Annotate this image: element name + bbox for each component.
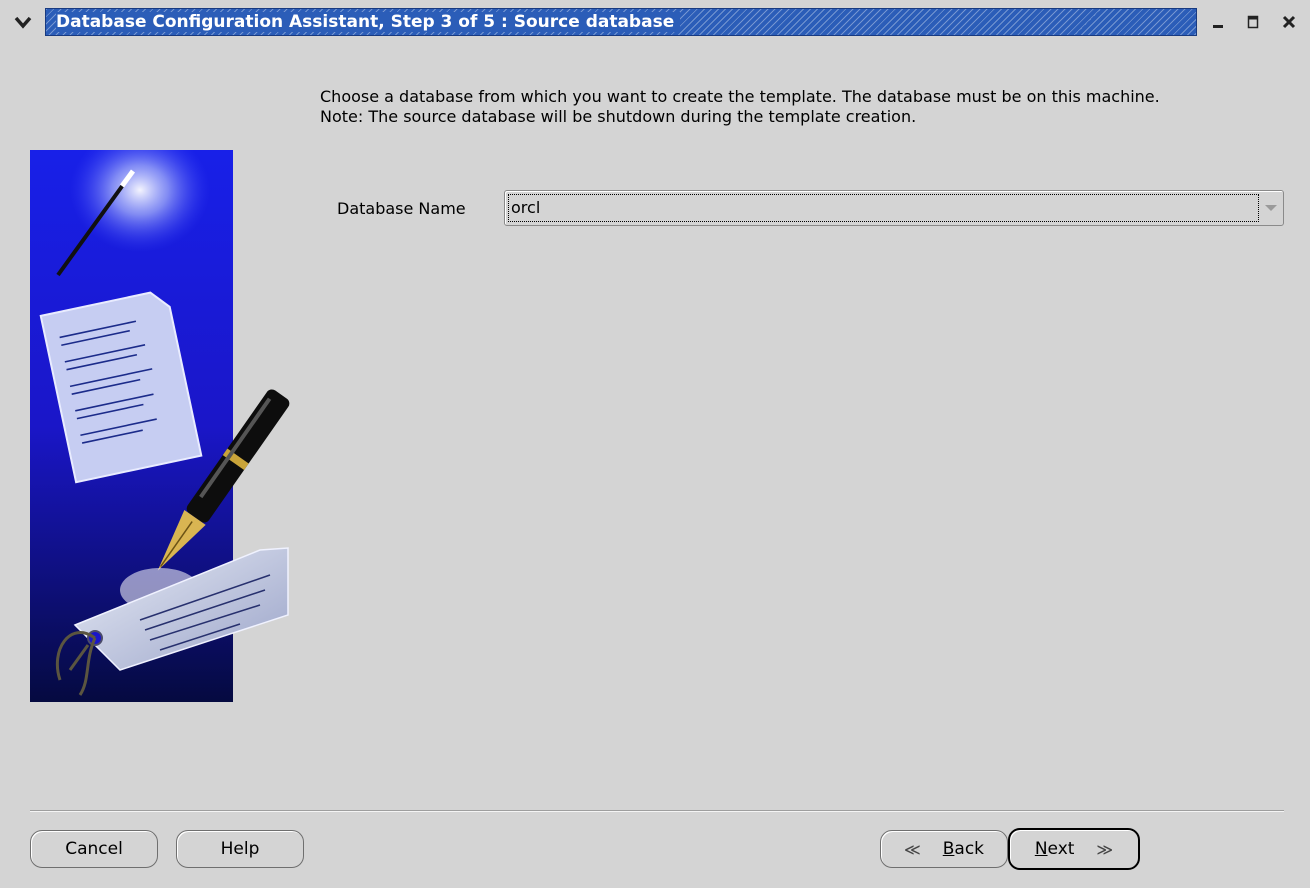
close-button[interactable] <box>1272 8 1306 36</box>
double-chevron-right-icon: ≫ <box>1096 839 1114 859</box>
title-bar: Database Configuration Assistant, Step 3… <box>0 0 1310 44</box>
minimize-icon <box>1213 25 1223 28</box>
help-button[interactable]: Help <box>176 830 304 868</box>
help-button-label: Help <box>220 839 260 859</box>
double-chevron-left-icon: ≪ <box>903 839 921 859</box>
close-icon <box>1282 15 1296 29</box>
cancel-button-label: Cancel <box>65 839 123 859</box>
focus-ring <box>508 194 1259 222</box>
window-title: Database Configuration Assistant, Step 3… <box>56 12 681 32</box>
next-button[interactable]: Next ≫ <box>1008 828 1140 870</box>
back-button[interactable]: ≪ Back <box>880 830 1008 868</box>
dropdown-arrow-icon[interactable] <box>1265 205 1277 211</box>
maximize-button[interactable] <box>1236 8 1270 36</box>
footer-separator <box>30 810 1284 812</box>
cancel-button[interactable]: Cancel <box>30 830 158 868</box>
instruction-text: Choose a database from which you want to… <box>320 87 1160 106</box>
next-button-label: Next <box>1034 839 1075 859</box>
database-name-label: Database Name <box>337 198 466 218</box>
note-text: Note: The source database will be shutdo… <box>320 107 917 126</box>
database-name-row: Database Name <box>337 190 481 226</box>
database-name-combo[interactable]: orcl <box>504 190 1284 226</box>
window-menu-button[interactable] <box>4 8 42 36</box>
maximize-icon <box>1247 15 1259 29</box>
database-name-value: orcl <box>511 198 541 217</box>
back-button-label: Back <box>942 839 985 859</box>
title-strip[interactable]: Database Configuration Assistant, Step 3… <box>45 8 1197 36</box>
minimize-button[interactable] <box>1201 8 1235 36</box>
wizard-illustration <box>30 150 290 702</box>
instructions: Choose a database from which you want to… <box>320 87 1280 127</box>
chevron-down-icon <box>14 16 32 29</box>
